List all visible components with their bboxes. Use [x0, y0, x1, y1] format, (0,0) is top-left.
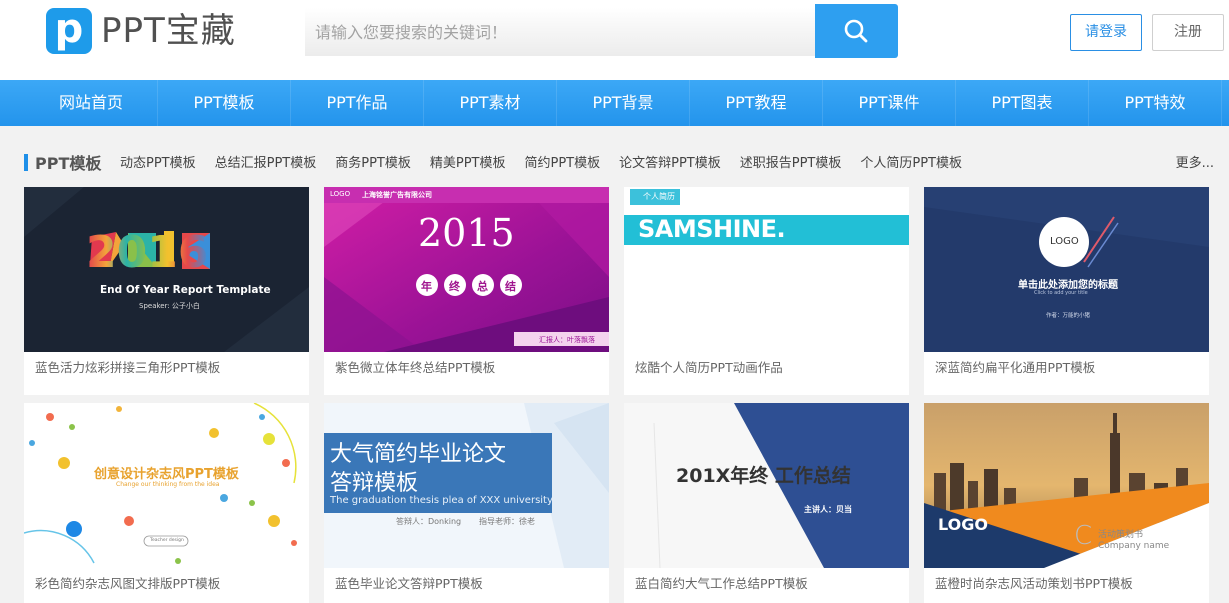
category-link-resume[interactable]: 个人简历PPT模板: [860, 152, 962, 176]
category-bar: PPT模板 动态PPT模板 总结汇报PPT模板 商务PPT模板 精美PPT模板 …: [24, 150, 1214, 178]
thumbnail-graphic: [924, 187, 1209, 352]
thumbnail-tag: 个人简历: [643, 192, 675, 201]
thumbnail-char: 终: [449, 280, 460, 293]
thumbnail-graphic: [624, 187, 909, 352]
thumbnail-letter: C: [1074, 521, 1093, 551]
category-link-exquisite[interactable]: 精美PPT模板: [430, 152, 506, 176]
login-button[interactable]: 请登录: [1070, 14, 1142, 51]
search-icon: [844, 19, 868, 43]
thumbnail-advisor: 指导老师：徐老: [479, 517, 535, 526]
nav-item-ppt-templates[interactable]: PPT模板: [158, 80, 291, 126]
category-link-dynamic[interactable]: 动态PPT模板: [120, 152, 196, 176]
nav-item-ppt-backgrounds[interactable]: PPT背景: [557, 80, 690, 126]
thumbnail-en-title: Company name: [1098, 541, 1170, 551]
card-title[interactable]: 蓝色活力炫彩拼接三角形PPT模板: [35, 357, 220, 379]
thumbnail-pill-label: Teacher design: [150, 538, 184, 543]
thumbnail-char: 年: [421, 280, 432, 293]
thumbnail-author: 作者：万能的小猪: [1046, 313, 1091, 319]
thumbnail-char: 总: [477, 280, 488, 293]
header: p PPT宝藏 请登录 注册: [0, 0, 1229, 80]
thumbnail-company: 上海铭誉广告有限公司: [362, 191, 432, 199]
nav-item-ppt-tutorials[interactable]: PPT教程: [690, 80, 823, 126]
category-title[interactable]: PPT模板: [35, 152, 101, 176]
category-link-thesis[interactable]: 论文答辩PPT模板: [619, 152, 721, 176]
template-thumbnail[interactable]: 创意设计杂志风PPT模板 Change our thinking from th…: [24, 403, 309, 568]
thumbnail-speaker: Speaker: 公子小白: [139, 302, 200, 310]
nav-item-home[interactable]: 网站首页: [25, 80, 158, 126]
thumbnail-year: 2016: [86, 227, 209, 278]
category-link-report[interactable]: 述职报告PPT模板: [740, 152, 842, 176]
category-link-business[interactable]: 商务PPT模板: [335, 152, 411, 176]
search-button[interactable]: [815, 4, 898, 58]
card-title[interactable]: 炫酷个人简历PPT动画作品: [635, 357, 783, 379]
template-thumbnail[interactable]: LOGO 上海铭誉广告有限公司 2015 年 终 总 结 汇报人：叶落飘落: [324, 187, 609, 352]
search-input[interactable]: [305, 8, 815, 56]
thumbnail-heading: 大气简约毕业论文: [330, 442, 507, 467]
thumbnail-subheading: The graduation thesis plea of XXX univer…: [330, 495, 553, 506]
thumbnail-presenter: 答辩人：Donking: [396, 517, 462, 526]
template-card[interactable]: LOGO 单击此处添加您的标题 Click to add your title …: [924, 187, 1209, 395]
site-logo-icon[interactable]: p: [46, 8, 92, 54]
nav-item-ppt-effects[interactable]: PPT特效: [1089, 80, 1222, 126]
template-thumbnail[interactable]: 大气简约毕业论文 答辩模板 The graduation thesis plea…: [324, 403, 609, 568]
thumbnail-logo: LOGO: [938, 515, 988, 534]
template-card[interactable]: 大气简约毕业论文 答辩模板 The graduation thesis plea…: [324, 403, 609, 603]
template-card[interactable]: 个人简历 SAMSHINE. 炫酷个人简历PPT动画作品: [624, 187, 909, 395]
template-thumbnail[interactable]: LOGO C 活动策划书 Company name: [924, 403, 1209, 568]
template-card[interactable]: 201X年终 工作总结 主讲人：贝当 蓝白简约大气工作总结PPT模板: [624, 403, 909, 603]
template-card[interactable]: LOGO C 活动策划书 Company name 蓝橙时尚杂志风活动策划书PP…: [924, 403, 1209, 603]
thumbnail-subheading: Click to add your title: [1034, 290, 1088, 296]
thumbnail-subheading: Change our thinking from the idea: [116, 481, 220, 488]
card-title[interactable]: 深蓝简约扁平化通用PPT模板: [935, 357, 1095, 379]
thumbnail-name: SAMSHINE.: [638, 215, 786, 243]
card-title[interactable]: 蓝橙时尚杂志风活动策划书PPT模板: [935, 573, 1133, 595]
thumbnail-char: 结: [505, 280, 516, 293]
logo-letter: p: [54, 6, 84, 52]
thumbnail-cn-title: 活动策划书: [1098, 530, 1144, 540]
template-card[interactable]: LOGO 上海铭誉广告有限公司 2015 年 终 总 结 汇报人：叶落飘落 紫色…: [324, 187, 609, 395]
thumbnail-logo: LOGO: [330, 190, 351, 198]
nav-item-ppt-works[interactable]: PPT作品: [291, 80, 424, 126]
template-card[interactable]: 2016 End Of Year Report Template Speaker…: [24, 187, 309, 395]
register-button[interactable]: 注册: [1152, 14, 1224, 51]
thumbnail-speaker: 主讲人：贝当: [804, 505, 852, 514]
main-nav: 网站首页 PPT模板 PPT作品 PPT素材 PPT背景 PPT教程 PPT课件…: [0, 80, 1229, 126]
card-title[interactable]: 蓝白简约大气工作总结PPT模板: [635, 573, 808, 595]
thumbnail-logo: LOGO: [1050, 236, 1079, 247]
category-links: 动态PPT模板 总结汇报PPT模板 商务PPT模板 精美PPT模板 简约PPT模…: [120, 152, 981, 176]
thumbnail-heading: 创意设计杂志风PPT模板: [94, 467, 239, 482]
template-thumbnail[interactable]: 2016 End Of Year Report Template Speaker…: [24, 187, 309, 352]
nav-item-ppt-materials[interactable]: PPT素材: [424, 80, 557, 126]
nav-item-ppt-courseware[interactable]: PPT课件: [823, 80, 956, 126]
category-link-simple[interactable]: 简约PPT模板: [525, 152, 601, 176]
thumbnail-reporter: 汇报人：叶落飘落: [539, 336, 595, 344]
category-link-summary[interactable]: 总结汇报PPT模板: [215, 152, 317, 176]
thumbnail-heading: End Of Year Report Template: [100, 284, 271, 296]
card-title[interactable]: 紫色微立体年终总结PPT模板: [335, 357, 495, 379]
template-thumbnail[interactable]: 个人简历 SAMSHINE.: [624, 187, 909, 352]
card-title[interactable]: 蓝色毕业论文答辩PPT模板: [335, 573, 483, 595]
thumbnail-heading-2: 答辩模板: [330, 471, 419, 496]
category-marker: [24, 154, 28, 171]
thumbnail-heading: 201X年终 工作总结: [676, 465, 851, 487]
nav-item-ppt-charts[interactable]: PPT图表: [956, 80, 1089, 126]
template-card[interactable]: 创意设计杂志风PPT模板 Change our thinking from th…: [24, 403, 309, 603]
site-logo-text[interactable]: PPT宝藏: [101, 9, 236, 53]
card-title[interactable]: 彩色简约杂志风图文排版PPT模板: [35, 573, 220, 595]
thumbnail-year: 2015: [418, 211, 515, 255]
category-more-link[interactable]: 更多...: [1176, 152, 1214, 176]
template-thumbnail[interactable]: LOGO 单击此处添加您的标题 Click to add your title …: [924, 187, 1209, 352]
thumbnail-heading: 单击此处添加您的标题: [1018, 280, 1118, 291]
template-thumbnail[interactable]: 201X年终 工作总结 主讲人：贝当: [624, 403, 909, 568]
